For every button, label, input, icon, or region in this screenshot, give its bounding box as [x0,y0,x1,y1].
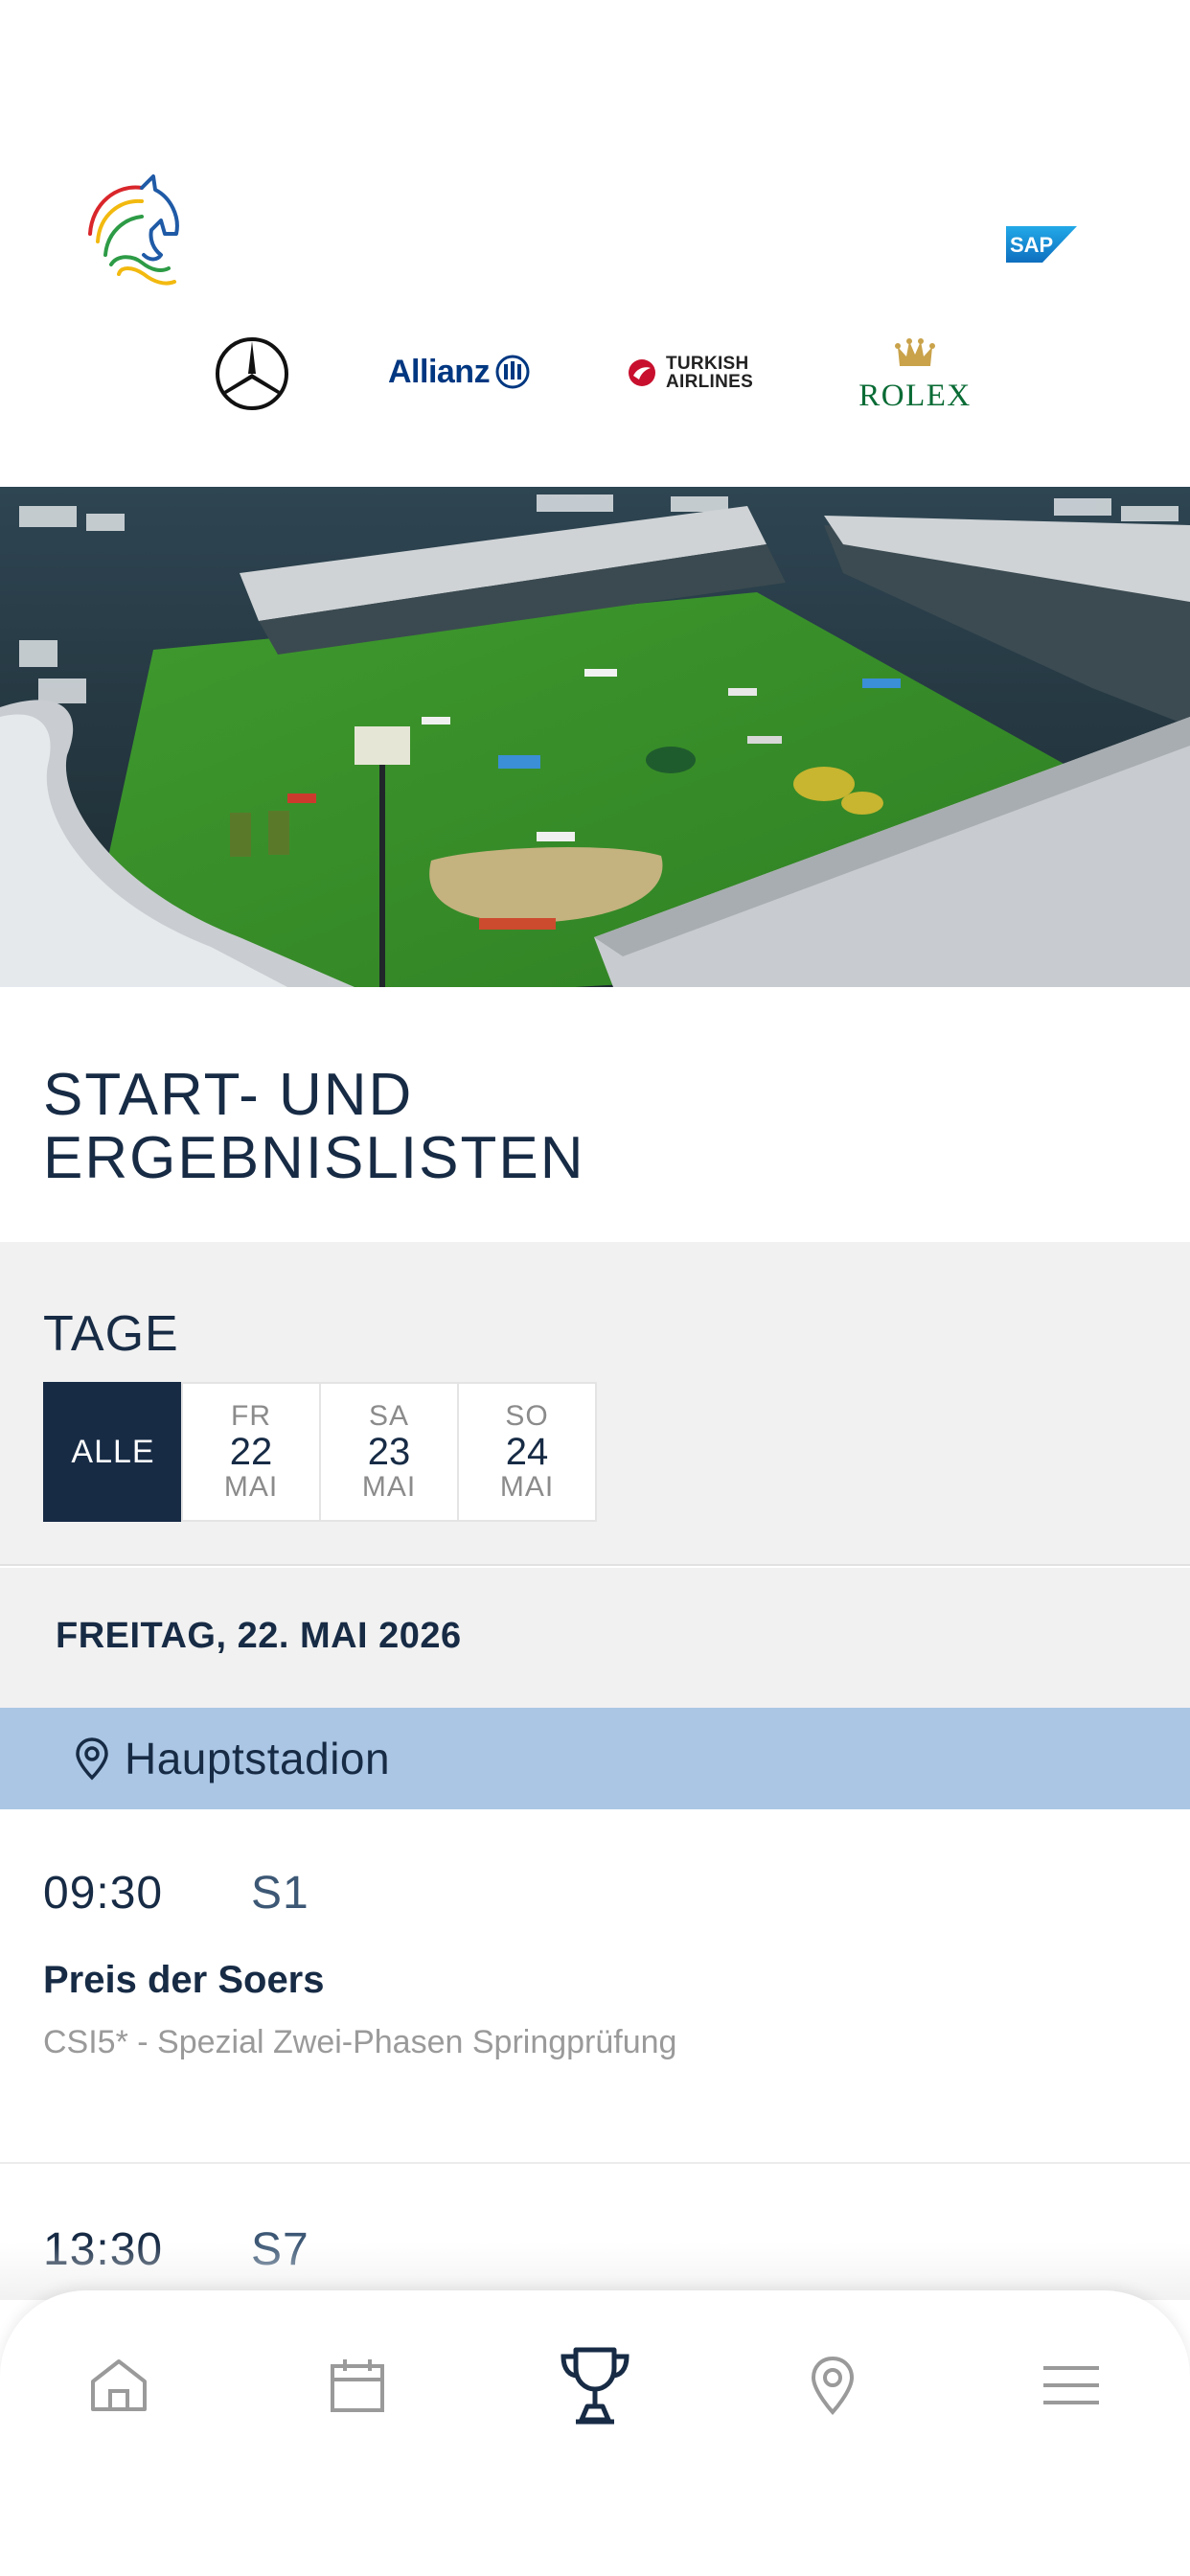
page-title: START- UND ERGEBNISLISTEN [43,1062,585,1191]
turkish-airlines-emblem-icon [629,359,655,386]
day-tab-sa-23[interactable]: SA 23 MAI [319,1382,459,1522]
day-tab-month: MAI [499,1471,555,1503]
day-tab-weekday: FR [231,1400,271,1432]
hero-stadium-image [0,487,1190,987]
calendar-icon [331,2359,384,2412]
day-tab-day: 22 [229,1431,273,1473]
day-tab-weekday: SO [505,1400,549,1432]
event-code: S1 [251,1868,309,1919]
day-tab-weekday: SA [368,1400,410,1432]
rolex-logo: ROLEX [853,337,977,414]
event-description: CSI5* - Spezial Zwei-Phasen Springprüfun… [43,2024,677,2060]
day-tab-day: 23 [367,1431,411,1473]
day-tab-day: 24 [505,1431,549,1473]
date-header: FREITAG, 22. MAI 2026 [0,1568,1190,1708]
home-icon [91,2359,147,2411]
turkish-airlines-logo: TURKISH AIRLINES [628,355,753,391]
event-time: 09:30 [43,1868,164,1919]
date-header-label: FREITAG, 22. MAI 2026 [56,1616,462,1656]
page-title-section: START- UND ERGEBNISLISTEN [0,987,1190,1242]
location-bar[interactable]: Hauptstadion [0,1708,1190,1809]
svg-text:SAP: SAP [1010,233,1053,257]
day-tabs: ALLE FR 22 MAI SA 23 MAI SO 24 MAI [43,1382,597,1522]
event-row[interactable]: 09:30 S1 Preis der Soers CSI5* - Spezial… [0,1809,1190,2164]
nav-map[interactable] [790,2342,876,2428]
location-pin-icon [811,2356,855,2415]
nav-results[interactable] [552,2342,638,2428]
bottom-nav [0,2290,1190,2576]
allianz-emblem-icon [495,355,530,389]
day-tab-so-24[interactable]: SO 24 MAI [457,1382,597,1522]
nav-menu[interactable] [1028,2342,1114,2428]
days-title: TAGE [43,1306,179,1362]
nav-calendar[interactable] [314,2342,400,2428]
mercedes-logo [216,337,288,410]
trophy-icon [561,2347,629,2425]
location-label: Hauptstadion [125,1734,391,1783]
day-tab-month: MAI [361,1471,417,1503]
day-tab-all-label: ALLE [71,1433,155,1470]
rolex-crown-icon [895,338,935,366]
location-pin-icon [76,1737,108,1781]
day-tab-month: MAI [223,1471,279,1503]
event-name: Preis der Soers [43,1959,325,2001]
days-filter: TAGE ALLE FR 22 MAI SA 23 MAI SO 24 MAI [0,1242,1190,1566]
sap-logo: SAP [1006,226,1077,263]
menu-icon [1043,2366,1099,2404]
turkish-line2: AIRLINES [666,372,754,392]
rolex-text: ROLEX [858,379,972,413]
turkish-line1: TURKISH [666,354,749,374]
nav-home[interactable] [76,2342,162,2428]
day-tab-fr-22[interactable]: FR 22 MAI [181,1382,321,1522]
allianz-logo: Allianz [388,353,530,391]
day-tab-all[interactable]: ALLE [43,1382,183,1522]
sponsor-header: SAP Allianz TURKISH AIRLINES ROLEX [0,0,1190,487]
allianz-text: Allianz [388,353,491,390]
horse-logo-icon [88,174,179,286]
